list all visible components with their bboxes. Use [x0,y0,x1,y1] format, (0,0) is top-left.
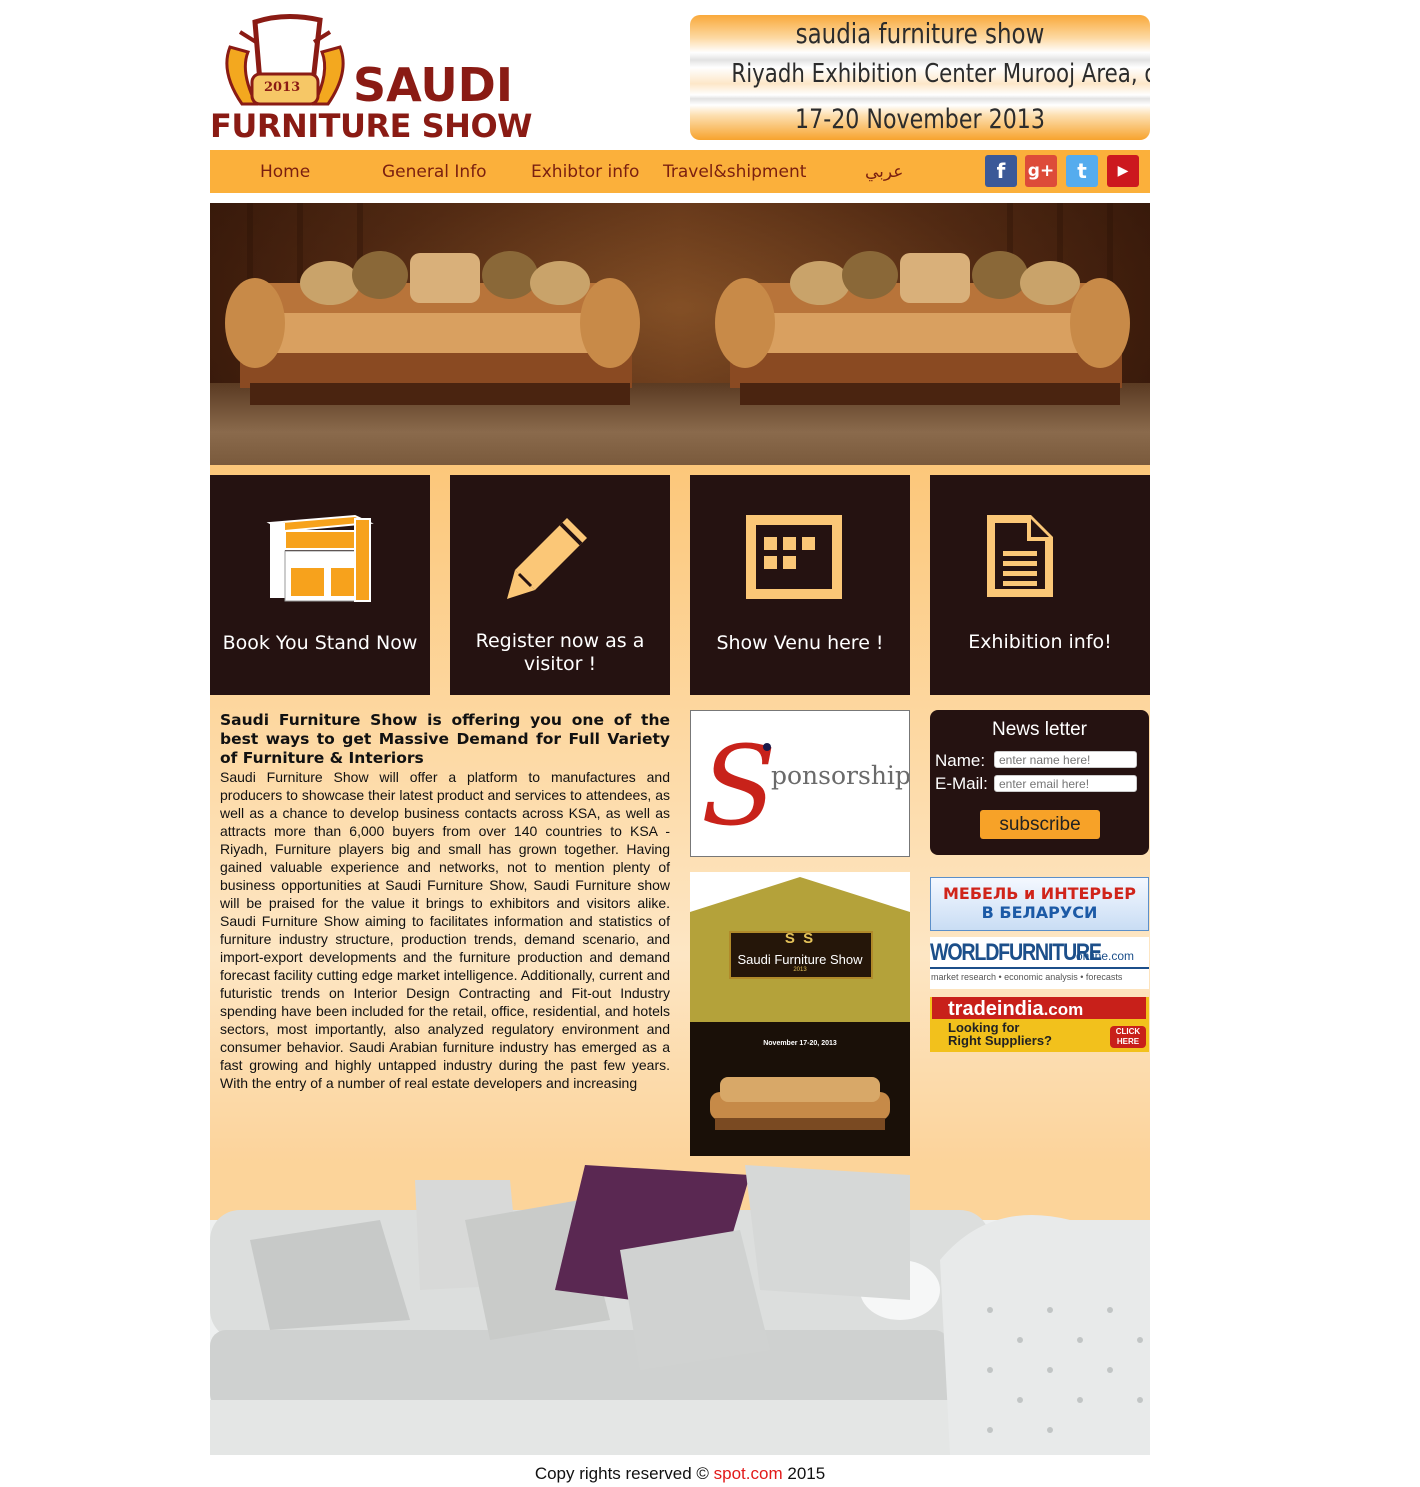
logo-furniture-show: FURNITURE SHOW [210,107,532,145]
email-label: E-Mail: [935,774,988,793]
tradeindia-tld: .com [1043,1000,1084,1019]
tile-register-visitor[interactable]: Register now as a visitor ! [450,475,670,695]
main-nav: Home General Info Exhibtor info Travel&s… [210,150,1150,193]
event-title: saudia furniture show [795,17,1045,50]
nav-general-info[interactable]: General Info [382,162,487,182]
newsletter-title: News letter [991,719,1088,740]
logo-year: 2013 [264,80,301,95]
site-logo[interactable]: 2013 SAUDI FURNITURE SHOW [210,12,532,144]
belarus-line1: МЕБЕЛЬ и ИНТЕРЬЕР [942,884,1136,903]
sponsorship-ad[interactable]: S ponsorship [690,710,910,857]
nav-exhibitor-info[interactable]: Exhibtor info [531,162,639,182]
booth-icon [266,514,374,602]
worldfurniture-tagline: market research • economic analysis • fo… [931,972,1123,982]
hero-banner-image [210,203,1150,465]
footer-copyright: Copy rights reserved © [534,1464,709,1483]
pencil-icon [507,518,587,599]
footer-link[interactable]: spot.com [714,1464,783,1483]
youtube-icon[interactable]: ▶ [1107,155,1139,187]
tile-label: Book You Stand Now [222,632,418,654]
tradeindia-ad[interactable]: tradeindia.com Looking for Right Supplie… [930,997,1149,1052]
subscribe-button[interactable]: subscribe [980,810,1100,839]
chair-logo-icon [225,13,345,106]
belarus-line2: В БЕЛАРУСИ [981,903,1098,922]
poster-monogram: S S [784,930,816,947]
tile-label: Register now as a visitor ! [475,630,645,675]
article: Saudi Furniture Show is offering you one… [220,711,670,1092]
white-sofa-image [210,1160,1150,1455]
tile-label: Exhibition info! [968,631,1112,653]
poster-brand: Saudi Furniture Show [737,952,863,967]
newsletter-box: News letter Name: E-Mail: subscribe [930,710,1149,855]
facebook-icon[interactable]: f [985,155,1017,187]
poster-graphic [690,872,910,1156]
name-label: Name: [935,751,986,770]
white-sofa-illustration [210,1160,1150,1455]
twitter-icon[interactable]: t [1066,155,1098,187]
event-venue: Riyadh Exhibition Center Murooj Area, ol… [731,59,1150,89]
sponsorship-dot [763,743,771,751]
document-icon [987,515,1053,597]
worldfurniture-ad[interactable]: WORLDFURNITURE online.com market researc… [930,937,1149,989]
event-poster-ad[interactable]: S S Saudi Furniture Show 2013 November 1… [690,872,910,1156]
article-body: Saudi Furniture Show will offer a platfo… [220,769,670,1091]
logo-saudi: SAUDI [353,58,513,112]
tradeindia-brand: tradeindia [948,998,1044,1020]
sponsorship-text: ponsorship [771,761,910,790]
tradeindia-click-here[interactable]: CLICK HERE [1110,1026,1146,1048]
email-input[interactable] [994,775,1137,792]
tile-label: Show Venu here ! [716,632,884,654]
tile-exhibition-info[interactable]: Exhibition info! [930,475,1150,695]
worldfurniture-suffix: online.com [1076,949,1135,963]
worldfurniture-rule [930,967,1149,969]
nav-home[interactable]: Home [260,162,310,182]
calendar-grid-icon [746,515,842,599]
tradeindia-line2: Right Suppliers? [948,1033,1052,1048]
google-plus-icon[interactable]: g+ [1025,155,1057,187]
footer-year: 2015 [787,1464,826,1483]
footer: Copy rights reserved © spot.com 2015 [0,1464,1360,1484]
sofas-illustration [225,251,1130,405]
event-info-box: saudia furniture show Riyadh Exhibition … [690,15,1150,140]
poster-year: 2013 [793,967,807,973]
event-dates: 17-20 November 2013 [795,104,1045,135]
name-input[interactable] [994,751,1137,768]
poster-date: November 17-20, 2013 [763,1040,837,1047]
tile-book-stand[interactable]: Book You Stand Now [210,475,430,695]
nav-travel-shipment[interactable]: Travel&shipment [663,162,806,182]
article-heading: Saudi Furniture Show is offering you one… [220,711,670,767]
tile-show-venue[interactable]: Show Venu here ! [690,475,910,695]
nav-arabic[interactable]: عربي [865,162,903,182]
belarus-furniture-ad[interactable]: МЕБЕЛЬ и ИНТЕРЬЕР В БЕЛАРУСИ [930,877,1149,931]
